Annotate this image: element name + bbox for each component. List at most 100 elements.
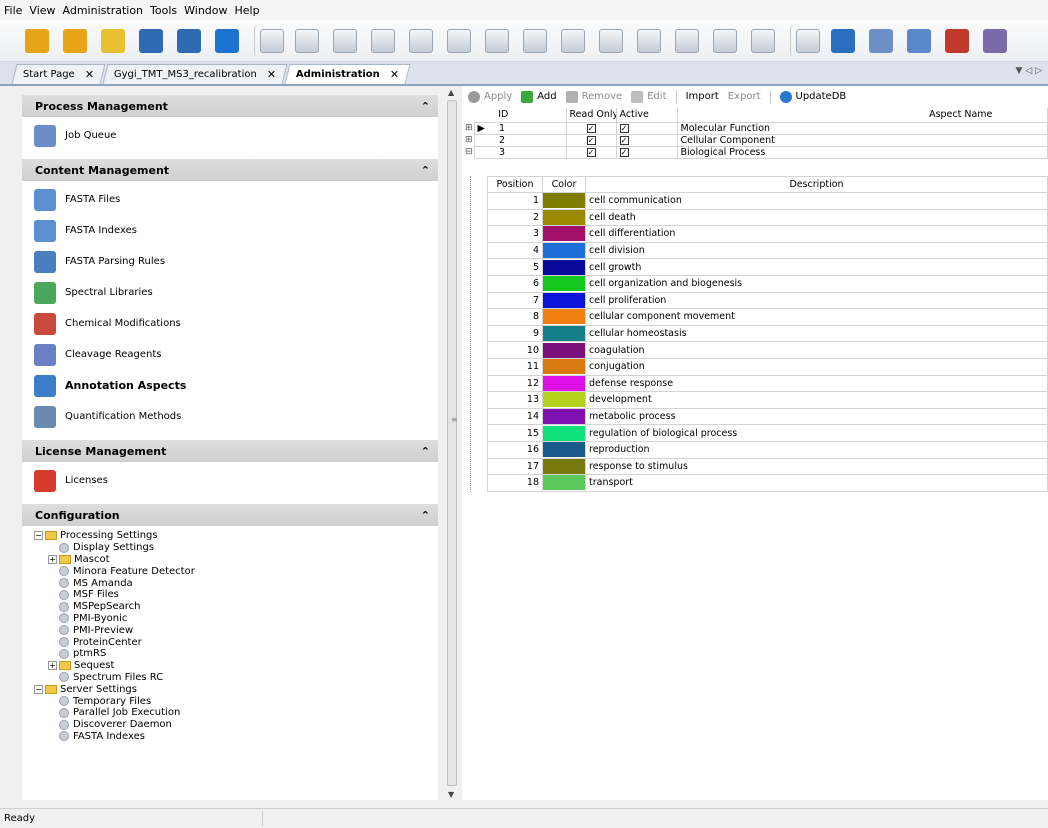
color-cell[interactable] xyxy=(542,291,586,310)
chart-11-button[interactable] xyxy=(748,26,778,56)
color-swatch[interactable] xyxy=(543,293,585,308)
nav-item-fasta-parsing-rules[interactable]: FASTA Parsing Rules xyxy=(22,246,438,277)
column-header-id[interactable]: ID xyxy=(474,108,567,123)
color-swatch[interactable] xyxy=(543,342,585,358)
nav-item-licenses[interactable]: Licenses xyxy=(22,465,438,496)
active-checkbox[interactable]: ✓ xyxy=(615,145,678,159)
aspect-value-row[interactable]: 1 cell communication xyxy=(487,192,1048,210)
calculator-button[interactable] xyxy=(254,25,284,56)
aspect-value-row[interactable]: 12 defense response xyxy=(487,374,1048,393)
tab-start-page[interactable]: Start Page ✕ xyxy=(11,64,106,84)
active-checkbox[interactable]: ✓ xyxy=(615,121,678,135)
aspect-row[interactable]: ⊟ 3 ✓ ✓ Biological Process xyxy=(462,145,1048,159)
collapse-chevron-icon[interactable]: ⌃ xyxy=(421,100,430,113)
color-cell[interactable] xyxy=(542,341,586,359)
export-button[interactable]: Export xyxy=(728,91,761,102)
color-swatch[interactable] xyxy=(543,359,585,375)
color-swatch[interactable] xyxy=(543,409,585,424)
color-cell[interactable] xyxy=(542,424,586,442)
aspect-value-row[interactable]: 13 development xyxy=(487,391,1048,409)
aspect-value-row[interactable]: 7 cell proliferation xyxy=(487,291,1048,310)
add-button[interactable]: Add xyxy=(521,90,557,103)
tree-node-discoverer-daemon[interactable]: Discoverer Daemon xyxy=(34,719,438,731)
aspect-value-row[interactable]: 11 conjugation xyxy=(487,357,1048,376)
menu-view[interactable]: View xyxy=(29,4,55,17)
chart-3-button[interactable] xyxy=(406,26,436,56)
nav-item-chemical-modifications[interactable]: Chemical Modifications xyxy=(22,308,438,339)
chart-4-button[interactable] xyxy=(482,26,512,56)
color-swatch[interactable] xyxy=(543,226,585,242)
color-swatch[interactable] xyxy=(543,442,585,458)
color-cell[interactable] xyxy=(542,457,586,476)
close-tab-icon[interactable]: ✕ xyxy=(267,68,276,81)
aspect-value-row[interactable]: 10 coagulation xyxy=(487,341,1048,359)
color-swatch[interactable] xyxy=(543,326,585,341)
open-study-button[interactable] xyxy=(22,26,52,56)
nav-item-quantification-methods[interactable]: Quantification Methods xyxy=(22,401,438,432)
expand-row-icon[interactable]: ⊞ xyxy=(462,122,474,134)
chart-6-button[interactable] xyxy=(558,26,588,56)
color-swatch[interactable] xyxy=(543,210,585,225)
tree-node-fasta-indexes[interactable]: FASTA Indexes xyxy=(34,731,438,743)
collapse-node-icon[interactable]: − xyxy=(34,684,43,694)
nav-item-fasta-indexes[interactable]: FASTA Indexes xyxy=(22,215,438,246)
menu-window[interactable]: Window xyxy=(184,4,227,17)
aspect-value-row[interactable]: 15 regulation of biological process xyxy=(487,424,1048,442)
aspect-value-row[interactable]: 9 cellular homeostasis xyxy=(487,324,1048,343)
column-header-position[interactable]: Position xyxy=(487,176,543,193)
column-header-color[interactable]: Color xyxy=(542,176,586,193)
nav-item-fasta-files[interactable]: FASTA Files xyxy=(22,184,438,215)
tree-node-ptmrs[interactable]: ptmRS xyxy=(34,648,438,660)
aspect-value-row[interactable]: 2 cell death xyxy=(487,208,1048,227)
column-header-active[interactable]: Active xyxy=(615,108,678,123)
aspect-value-row[interactable]: 4 cell division xyxy=(487,241,1048,260)
color-swatch[interactable] xyxy=(543,458,585,474)
tree-node-mspepsearch[interactable]: MSPepSearch xyxy=(34,601,438,613)
aspect-row[interactable]: ⊞ 2 ✓ ✓ Cellular Component xyxy=(462,133,1048,147)
color-cell[interactable] xyxy=(542,440,586,459)
nav-item-cleavage-reagents[interactable]: Cleavage Reagents xyxy=(22,339,438,370)
aspect-value-row[interactable]: 18 transport xyxy=(487,474,1048,492)
menu-administration[interactable]: Administration xyxy=(63,4,144,17)
color-cell[interactable] xyxy=(542,391,586,409)
remove-button[interactable]: Remove xyxy=(565,90,622,103)
color-swatch[interactable] xyxy=(543,425,585,441)
menu-file[interactable]: File xyxy=(4,4,22,17)
tree-node-pmi-preview[interactable]: PMI-Preview xyxy=(34,624,438,636)
scrollbar-thumb[interactable] xyxy=(447,100,457,786)
aspect-value-row[interactable]: 16 reproduction xyxy=(487,440,1048,459)
section-header-process-management[interactable]: Process Management ⌃ xyxy=(22,95,438,117)
collapse-row-icon[interactable]: ⊟ xyxy=(462,146,474,158)
updatedb-button[interactable]: UpdateDB xyxy=(779,90,846,103)
collapse-chevron-icon[interactable]: ⌃ xyxy=(421,445,430,458)
tree-node-spectrum-files-rc[interactable]: Spectrum Files RC xyxy=(34,672,438,684)
tree-node-ms-amanda[interactable]: MS Amanda xyxy=(34,577,438,589)
tab-navigation[interactable]: ▼ ◁ ▷ xyxy=(1016,66,1043,76)
chart-2-button[interactable] xyxy=(368,26,398,56)
color-swatch[interactable] xyxy=(543,392,585,408)
chart-1-button[interactable] xyxy=(330,26,360,56)
fasta-files-button[interactable] xyxy=(904,26,934,56)
chart-9-button[interactable] xyxy=(672,26,702,56)
section-header-license-management[interactable]: License Management ⌃ xyxy=(22,440,438,462)
close-tab-icon[interactable]: ✕ xyxy=(390,68,399,81)
expand-node-icon[interactable]: + xyxy=(48,554,57,564)
color-swatch[interactable] xyxy=(543,259,585,275)
tree-node-sequest[interactable]: + Sequest xyxy=(34,660,438,672)
expand-node-icon[interactable]: + xyxy=(48,661,57,671)
close-tab-icon[interactable]: ✕ xyxy=(85,68,94,81)
aspect-value-row[interactable]: 3 cell differentiation xyxy=(487,225,1048,243)
chart-5-button[interactable] xyxy=(520,26,550,56)
home-button[interactable] xyxy=(212,26,242,56)
section-header-content-management[interactable]: Content Management ⌃ xyxy=(22,159,438,181)
tree-node-display-settings[interactable]: Display Settings xyxy=(34,542,438,554)
expand-row-icon[interactable]: ⊞ xyxy=(462,134,474,146)
color-swatch[interactable] xyxy=(543,475,585,491)
color-cell[interactable] xyxy=(542,225,586,243)
menu-tools[interactable]: Tools xyxy=(150,4,177,17)
edit-button[interactable]: Edit xyxy=(631,90,667,103)
tree-node-msf-files[interactable]: MSF Files xyxy=(34,589,438,601)
read-only-checkbox[interactable]: ✓ xyxy=(565,145,617,159)
tree-node-proteincenter[interactable]: ProteinCenter xyxy=(34,636,438,648)
collapse-chevron-icon[interactable]: ⌃ xyxy=(421,164,430,177)
